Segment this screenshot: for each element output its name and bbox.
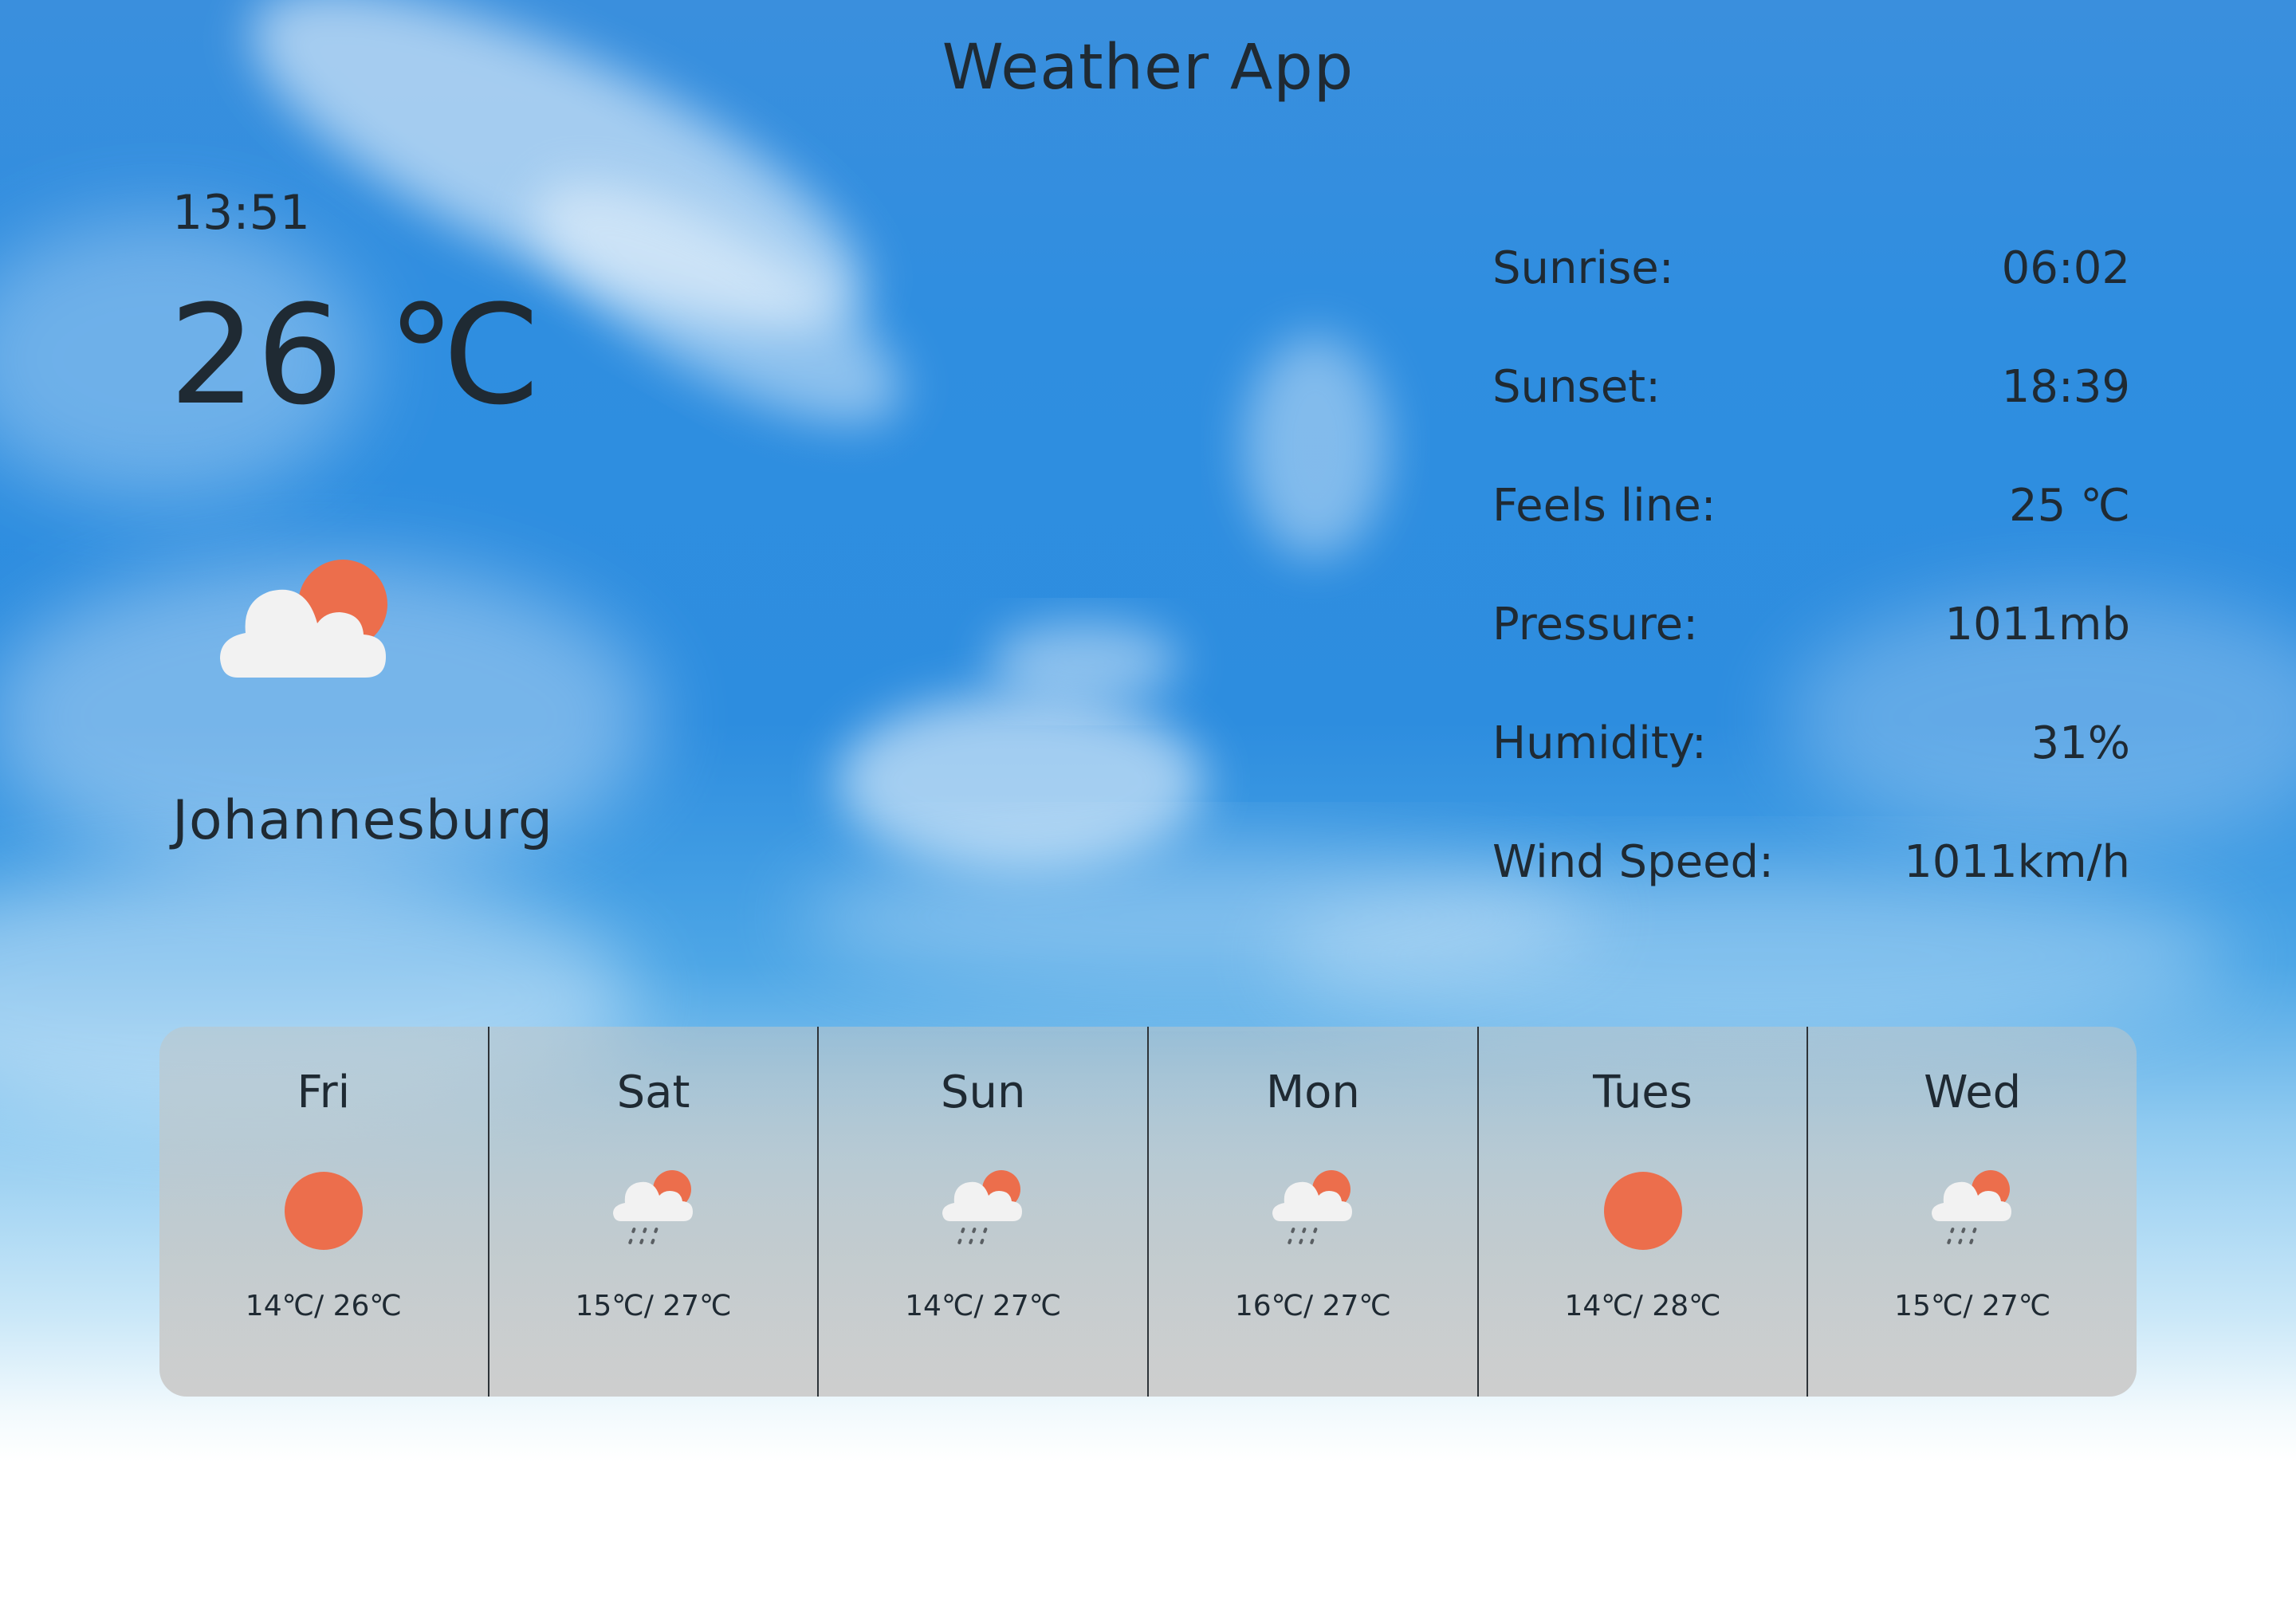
detail-row-pressure: Pressure: 1011mb: [1492, 565, 2130, 684]
current-temperature: 26 ℃: [169, 275, 541, 435]
sunset-value: 18:39: [2001, 361, 2130, 413]
feels-like-label: Feels line:: [1492, 480, 1716, 532]
pressure-value: 1011mb: [1944, 599, 2130, 650]
rain-cloud-sun-icon: [942, 1170, 1023, 1244]
sun-icon: [284, 1172, 363, 1250]
forecast-day-name: Tues: [1593, 1067, 1693, 1118]
forecast-day-name: Fri: [297, 1067, 351, 1118]
humidity-value: 31%: [2031, 717, 2130, 769]
forecast-temps: 14℃/ 26℃: [245, 1290, 402, 1322]
detail-row-wind-speed: Wind Speed: 1011km/h: [1492, 803, 2130, 921]
wind-speed-value: 1011km/h: [1904, 836, 2130, 888]
detail-row-sunset: Sunset: 18:39: [1492, 328, 2130, 446]
forecast-day-name: Sat: [616, 1067, 690, 1118]
app-title: Weather App: [942, 32, 1354, 104]
pressure-label: Pressure:: [1492, 599, 1698, 650]
forecast-day: Mon 16℃/ 27℃: [1149, 1027, 1479, 1397]
humidity-label: Humidity:: [1492, 717, 1707, 769]
sun-icon: [1603, 1172, 1682, 1250]
rain-cloud-sun-icon: [1932, 1170, 2012, 1244]
forecast-day-name: Wed: [1924, 1067, 2022, 1118]
forecast-day-name: Mon: [1265, 1067, 1360, 1118]
detail-row-sunrise: Sunrise: 06:02: [1492, 209, 2130, 328]
weather-details: Sunrise: 06:02 Sunset: 18:39 Feels line:…: [1492, 209, 2130, 921]
wind-speed-label: Wind Speed:: [1492, 836, 1774, 888]
sunrise-label: Sunrise:: [1492, 242, 1674, 294]
forecast-day: Sun 14℃/ 27℃: [819, 1027, 1150, 1397]
forecast-temps: 15℃/ 27℃: [1894, 1290, 2051, 1322]
partly-cloudy-icon: [220, 560, 387, 678]
forecast-day-name: Sun: [940, 1067, 1026, 1118]
rain-cloud-sun-icon: [612, 1170, 693, 1244]
detail-row-humidity: Humidity: 31%: [1492, 684, 2130, 803]
current-time: 13:51: [172, 185, 310, 241]
detail-row-feels-like: Feels line: 25 ℃: [1492, 446, 2130, 565]
feels-like-value: 25 ℃: [2009, 480, 2130, 532]
sunset-label: Sunset:: [1492, 361, 1661, 413]
forecast-temps: 14℃/ 27℃: [905, 1290, 1062, 1322]
forecast-temps: 15℃/ 27℃: [575, 1290, 732, 1322]
rain-cloud-sun-icon: [1272, 1170, 1352, 1244]
forecast-temps: 14℃/ 28℃: [1564, 1290, 1721, 1322]
forecast-day: Tues 14℃/ 28℃: [1479, 1027, 1809, 1397]
sunrise-value: 06:02: [2001, 242, 2130, 294]
forecast-panel: Fri 14℃/ 26℃ Sat 15℃/ 27℃ Sun 14℃/ 27℃ M…: [159, 1027, 2137, 1397]
forecast-day: Fri 14℃/ 26℃: [159, 1027, 489, 1397]
forecast-temps: 16℃/ 27℃: [1234, 1290, 1391, 1322]
city-name: Johannesburg: [172, 789, 554, 852]
forecast-day: Sat 15℃/ 27℃: [489, 1027, 820, 1397]
forecast-day: Wed 15℃/ 27℃: [1808, 1027, 2137, 1397]
